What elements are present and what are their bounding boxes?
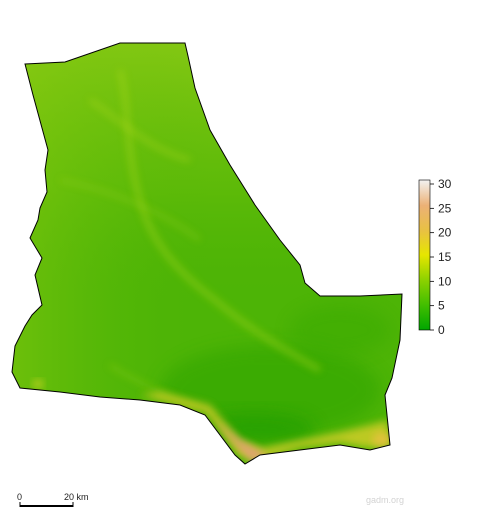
scale-end-label: 20 km [64,492,89,502]
legend-tick-label: 10 [438,274,452,288]
map-canvas: 0 5 10 15 20 25 30 0 20 km gadm.org [11,42,452,507]
elevation-raster [12,43,402,464]
color-legend: 0 5 10 15 20 25 30 [418,177,452,337]
legend-tick-label: 30 [438,177,452,191]
scale-bar: 0 20 km [17,492,89,507]
legend-colorbar [418,179,431,331]
source-credit: gadm.org [366,495,404,505]
legend-tick-label: 0 [438,323,445,337]
legend-tick-label: 25 [438,201,452,215]
scale-start-label: 0 [17,492,22,502]
legend-tick-label: 5 [438,299,445,313]
legend-ticks: 0 5 10 15 20 25 30 [430,177,452,337]
legend-tick-label: 15 [438,250,452,264]
legend-tick-label: 20 [438,226,452,240]
